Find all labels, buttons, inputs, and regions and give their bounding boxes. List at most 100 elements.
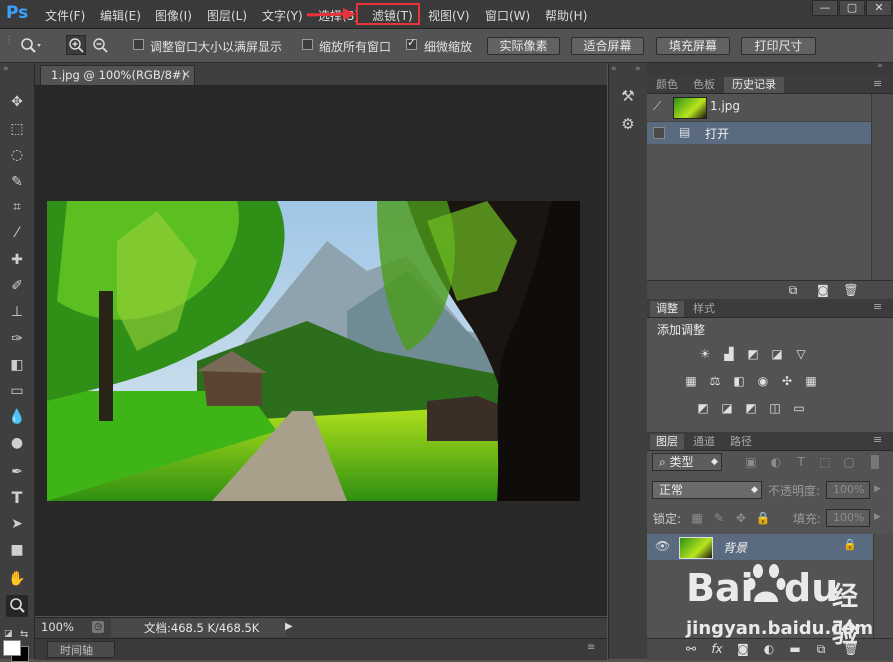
history-snapshot-row[interactable]: ⟋ 1.jpg [647, 94, 893, 122]
scrubby-zoom-checkbox[interactable] [406, 36, 417, 50]
fill-screen-button[interactable]: 填充屏幕 [656, 37, 730, 55]
layers-scrollbar[interactable] [873, 534, 893, 638]
new-document-from-state-icon[interactable]: ⧉ [785, 283, 801, 297]
foreground-color-swatch[interactable] [3, 640, 21, 656]
actual-pixels-button[interactable]: 实际像素 [487, 37, 560, 55]
delete-state-icon[interactable]: 🗑 [843, 283, 859, 297]
filter-adjustment-icon[interactable]: ◐ [768, 455, 784, 469]
exposure-icon[interactable]: ◪ [769, 347, 785, 361]
tab-channels[interactable]: 通道 [687, 434, 721, 450]
timeline-tab[interactable]: 时间轴 [47, 641, 115, 658]
menu-layer[interactable]: 图层(L) [207, 7, 247, 24]
print-size-button[interactable]: 打印尺寸 [741, 37, 816, 55]
tab-layers[interactable]: 图层 [650, 434, 684, 450]
collapse-toolbar-icon[interactable]: » [3, 64, 9, 74]
type-tool-icon[interactable]: T [6, 487, 28, 509]
selective-color-icon[interactable]: ◫ [767, 401, 783, 415]
canvas-area[interactable] [35, 86, 607, 616]
color-balance-icon[interactable]: ⚖ [707, 374, 723, 388]
new-layer-icon[interactable]: ⧉ [813, 642, 829, 656]
blur-tool-icon[interactable]: 💧 [6, 406, 28, 428]
lock-transparent-icon[interactable]: ▦ [689, 511, 705, 525]
zoom-out-icon[interactable] [91, 37, 109, 55]
filter-toggle-switch[interactable] [871, 455, 879, 469]
new-snapshot-icon[interactable]: ◙ [815, 283, 831, 297]
rectangle-tool-icon[interactable]: ■ [6, 539, 28, 561]
brush-tool-icon[interactable]: ✐ [6, 275, 28, 297]
invert-icon[interactable]: ◩ [695, 401, 711, 415]
posterize-icon[interactable]: ◪ [719, 401, 735, 415]
link-layers-icon[interactable]: ⚯ [683, 642, 699, 656]
minimize-button[interactable]: — [812, 0, 838, 16]
filter-smart-object-icon[interactable]: ▢ [841, 455, 857, 469]
document-tab[interactable]: 1.jpg @ 100%(RGB/8#) × [40, 65, 195, 85]
status-arrow-icon[interactable]: ▶ [285, 621, 293, 632]
layers-menu-icon[interactable]: ≡ [873, 433, 882, 446]
swap-colors-icon[interactable]: ⇆ [20, 629, 32, 641]
resize-windows-checkbox[interactable] [133, 39, 144, 50]
history-step-checkbox[interactable] [653, 127, 665, 139]
zoom-all-checkbox[interactable] [302, 39, 313, 50]
healing-brush-tool-icon[interactable]: ✚ [6, 249, 28, 271]
pen-tool-icon[interactable]: ✒ [6, 461, 28, 483]
add-mask-icon[interactable]: ◙ [735, 642, 751, 656]
marquee-tool-icon[interactable]: ⬚ [6, 118, 28, 140]
filter-type-icon[interactable]: T [793, 455, 809, 469]
menu-file[interactable]: 文件(F) [45, 7, 85, 24]
photo-filter-icon[interactable]: ◉ [755, 374, 771, 388]
menu-edit[interactable]: 编辑(E) [100, 7, 141, 24]
dodge-tool-icon[interactable]: ● [6, 432, 28, 454]
close-document-icon[interactable]: × [181, 67, 191, 81]
zoom-tool-preset-icon[interactable] [20, 37, 42, 53]
zoom-tool-icon[interactable] [6, 595, 28, 617]
fill-slider-icon[interactable]: ▶ [874, 512, 881, 522]
threshold-icon[interactable]: ◩ [743, 401, 759, 415]
timeline-menu-icon[interactable]: ≡ [587, 642, 595, 653]
tab-paths[interactable]: 路径 [724, 434, 758, 450]
levels-icon[interactable]: ▟ [721, 347, 737, 361]
menu-image[interactable]: 图像(I) [155, 7, 192, 24]
layer-visibility-eye-icon[interactable]: 👁 [655, 539, 670, 553]
new-fill-adjustment-icon[interactable]: ◐ [761, 642, 777, 656]
tool-presets-icon[interactable]: ⚙ [617, 115, 639, 137]
tab-styles[interactable]: 样式 [687, 301, 721, 317]
layer-filter-select[interactable]: ⌕ 类型 ◆ [652, 453, 722, 471]
vibrance-icon[interactable]: ▽ [793, 347, 809, 361]
black-white-icon[interactable]: ◧ [731, 374, 747, 388]
menu-help[interactable]: 帮助(H) [545, 7, 587, 24]
eraser-tool-icon[interactable]: ◧ [6, 354, 28, 376]
filter-pixel-icon[interactable]: ▣ [743, 455, 759, 469]
layer-background-row[interactable]: 👁 背景 🔒 [647, 534, 873, 560]
opacity-slider-icon[interactable]: ▶ [874, 484, 881, 494]
zoom-in-mode-button[interactable] [66, 35, 86, 55]
filter-shape-icon[interactable]: ⬚ [817, 455, 833, 469]
gradient-tool-icon[interactable]: ▭ [6, 380, 28, 402]
history-step-open[interactable]: ▤ 打开 [647, 122, 871, 144]
panel-collapse-icon[interactable]: » [877, 61, 883, 71]
menu-window[interactable]: 窗口(W) [485, 7, 530, 24]
layer-style-fx-icon[interactable]: fx [709, 642, 725, 656]
tab-color[interactable]: 颜色 [650, 77, 684, 93]
brightness-contrast-icon[interactable]: ☀ [697, 347, 713, 361]
eyedropper-tool-icon[interactable]: ⁄ [6, 222, 28, 244]
move-tool-icon[interactable]: ✥ [6, 91, 28, 113]
history-brush-tool-icon[interactable]: ✑ [6, 328, 28, 350]
new-group-icon[interactable]: ▬ [787, 642, 803, 656]
tab-history[interactable]: 历史记录 [724, 77, 784, 93]
fill-input[interactable]: 100% [826, 509, 870, 527]
close-button[interactable]: ✕ [866, 0, 892, 16]
quick-selection-tool-icon[interactable]: ✎ [6, 171, 28, 193]
color-lookup-icon[interactable]: ▦ [803, 374, 819, 388]
tab-adjustments[interactable]: 调整 [650, 301, 684, 317]
history-brush-source-icon[interactable]: ⟋ [653, 99, 661, 114]
clone-stamp-tool-icon[interactable]: ⊥ [6, 301, 28, 323]
zoom-level[interactable]: 100% [41, 620, 74, 634]
landscape-photo[interactable] [47, 201, 580, 501]
curves-icon[interactable]: ◩ [745, 347, 761, 361]
history-scrollbar[interactable] [871, 94, 893, 280]
lock-all-icon[interactable]: 🔒 [755, 511, 771, 525]
menu-view[interactable]: 视图(V) [428, 7, 470, 24]
path-selection-tool-icon[interactable]: ➤ [6, 513, 28, 535]
brush-presets-icon[interactable]: ⚒ [617, 87, 639, 109]
adjustments-menu-icon[interactable]: ≡ [873, 300, 882, 313]
